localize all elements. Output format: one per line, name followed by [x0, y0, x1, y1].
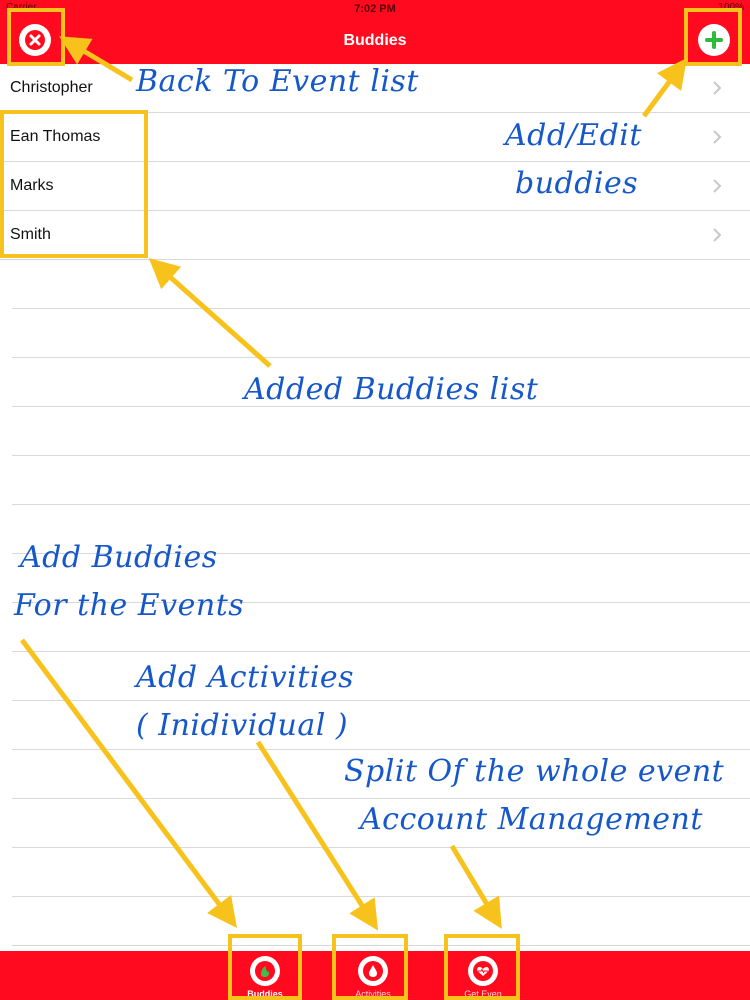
tab-icon-wrap: [358, 956, 388, 986]
navigation-bar: Carrier 7:02 PM 100% Buddies: [0, 0, 750, 64]
chevron-right-icon: [713, 228, 722, 242]
annotation-split-line1: Split Of the whole event: [344, 754, 725, 789]
buddy-name: Marks: [10, 177, 54, 194]
list-separator: [12, 456, 750, 505]
annotation-add-edit-line1: Add/Edit: [505, 118, 642, 153]
plus-icon: [705, 31, 723, 49]
chevron-right-icon: [713, 81, 722, 95]
chevron-right-icon: [713, 130, 722, 144]
tab-activities[interactable]: Activities: [338, 951, 408, 1000]
buddy-name: Smith: [10, 226, 51, 243]
annotation-add-buddies-line2: For the Events: [14, 588, 245, 623]
list-separator: [12, 897, 750, 946]
list-item[interactable]: Smith: [0, 211, 750, 260]
annotation-add-edit-line2: buddies: [515, 166, 639, 201]
activities-icon: [363, 961, 383, 981]
annotation-split-line2: Account Management: [360, 802, 703, 837]
tab-label: Activities: [355, 989, 391, 999]
tab-label: Get Even: [464, 989, 502, 999]
tab-get-even[interactable]: Get Even: [448, 951, 518, 1000]
list-separator: [12, 848, 750, 897]
annotation-back: Back To Event list: [136, 64, 419, 99]
tab-buddies[interactable]: Buddies: [230, 951, 300, 1000]
list-separator: [12, 701, 750, 750]
tab-icon-wrap: [468, 956, 498, 986]
tab-label: Buddies: [247, 989, 283, 999]
heart-icon: [473, 961, 493, 981]
tab-icon-wrap: [250, 956, 280, 986]
list-separator: [12, 260, 750, 309]
battery-label: 100%: [718, 2, 744, 13]
annotation-add-buddies-line1: Add Buddies: [20, 540, 218, 575]
chevron-right-icon: [713, 179, 722, 193]
buddy-name: Ean Thomas: [10, 128, 101, 145]
annotation-add-activities-line2: ( Inidividual ): [136, 708, 349, 743]
add-buddy-button[interactable]: [698, 24, 730, 56]
list-separator: [12, 407, 750, 456]
annotation-added-list: Added Buddies list: [244, 372, 539, 407]
annotation-add-activities-line1: Add Activities: [136, 660, 355, 695]
status-time: 7:02 PM: [354, 3, 396, 15]
list-separator: [12, 309, 750, 358]
buddy-name: Christopher: [10, 79, 93, 96]
tab-bar: Buddies Activities Get Even: [0, 951, 750, 1000]
list-separator: [12, 652, 750, 701]
buddies-icon: [255, 961, 275, 981]
page-title: Buddies: [343, 32, 407, 49]
